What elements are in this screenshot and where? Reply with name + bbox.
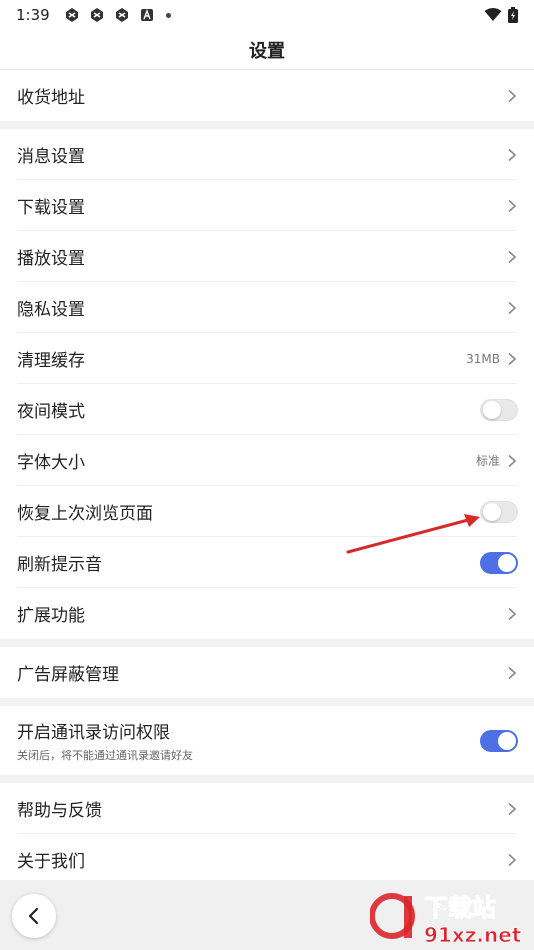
section-gap bbox=[0, 698, 534, 706]
row-playback-settings[interactable]: 播放设置 bbox=[0, 231, 534, 282]
app-notification-icon bbox=[65, 8, 78, 22]
toggle-knob bbox=[483, 400, 501, 419]
row-night-mode: 夜间模式 bbox=[0, 384, 534, 435]
section-gap bbox=[0, 639, 534, 647]
row-label: 下载设置 bbox=[17, 198, 85, 218]
text-notification-icon bbox=[140, 9, 153, 21]
row-label: 收货地址 bbox=[17, 88, 85, 108]
row-about-us[interactable]: 关于我们 bbox=[0, 834, 534, 885]
row-label: 扩展功能 bbox=[17, 606, 85, 626]
watermark-url: 91xz.net bbox=[424, 923, 522, 947]
bottom-bar: 下载站 91xz.net bbox=[0, 880, 534, 950]
row-label: 关于我们 bbox=[17, 852, 85, 872]
chevron-right-icon bbox=[508, 352, 517, 365]
section-gap bbox=[0, 775, 534, 783]
row-shipping-address[interactable]: 收货地址 bbox=[0, 70, 534, 121]
battery-icon bbox=[508, 7, 518, 23]
row-contacts-permission: 开启通讯录访问权限 关闭后，将不能通过通讯录邀请好友 bbox=[0, 706, 534, 775]
page-title: 设置 bbox=[249, 40, 285, 62]
annotation-arrow-icon bbox=[346, 514, 480, 554]
night-mode-toggle[interactable] bbox=[480, 398, 518, 421]
row-sublabel: 关闭后，将不能通过通讯录邀请好友 bbox=[17, 749, 193, 762]
row-label: 刷新提示音 bbox=[17, 555, 102, 575]
back-button[interactable] bbox=[12, 894, 56, 938]
chevron-right-icon bbox=[508, 666, 517, 679]
watermark-logo-icon: 下载站 91xz.net bbox=[369, 893, 522, 947]
chevron-right-icon bbox=[508, 148, 517, 161]
row-clear-cache[interactable]: 清理缓存 31MB bbox=[0, 333, 534, 384]
row-label: 播放设置 bbox=[17, 249, 85, 269]
chevron-right-icon bbox=[508, 853, 517, 866]
row-label: 广告屏蔽管理 bbox=[17, 665, 119, 685]
page-title-bar: 设置 bbox=[0, 30, 534, 70]
row-privacy-settings[interactable]: 隐私设置 bbox=[0, 282, 534, 333]
more-notifications-dot-icon bbox=[165, 12, 171, 18]
app-notification-icon bbox=[90, 8, 103, 22]
section-gap bbox=[0, 121, 534, 129]
row-label: 夜间模式 bbox=[17, 402, 85, 422]
contacts-permission-toggle[interactable] bbox=[480, 729, 518, 752]
chevron-right-icon bbox=[508, 802, 517, 815]
row-label: 清理缓存 bbox=[17, 351, 85, 371]
row-help-feedback[interactable]: 帮助与反馈 bbox=[0, 783, 534, 834]
row-label: 帮助与反馈 bbox=[17, 801, 102, 821]
contacts-texts: 开启通讯录访问权限 关闭后，将不能通过通讯录邀请好友 bbox=[17, 718, 193, 763]
app-notification-icon bbox=[115, 8, 128, 22]
row-extensions[interactable]: 扩展功能 bbox=[0, 588, 534, 639]
chevron-right-icon bbox=[508, 607, 517, 620]
chevron-left-icon bbox=[28, 907, 39, 925]
toggle-knob bbox=[498, 553, 516, 572]
status-bar: 1:39 bbox=[0, 0, 534, 30]
chevron-right-icon bbox=[508, 454, 517, 467]
chevron-right-icon bbox=[508, 301, 517, 314]
wifi-icon bbox=[484, 8, 502, 21]
font-size-value: 标准 bbox=[475, 454, 500, 468]
cache-size-value: 31MB bbox=[466, 351, 500, 366]
row-label: 恢复上次浏览页面 bbox=[17, 504, 153, 524]
row-message-settings[interactable]: 消息设置 bbox=[0, 129, 534, 180]
row-label: 开启通讯录访问权限 bbox=[17, 723, 170, 743]
chevron-right-icon bbox=[508, 250, 517, 263]
toggle-knob bbox=[498, 731, 516, 750]
chevron-right-icon bbox=[508, 89, 517, 102]
chevron-right-icon bbox=[508, 199, 517, 212]
row-font-size[interactable]: 字体大小 标准 bbox=[0, 435, 534, 486]
row-ad-block[interactable]: 广告屏蔽管理 bbox=[0, 647, 534, 698]
row-label: 消息设置 bbox=[17, 147, 85, 167]
row-label: 字体大小 bbox=[17, 453, 85, 473]
watermark-title: 下载站 bbox=[424, 894, 496, 922]
settings-list: 收货地址 消息设置 下载设置 播放设置 隐私设置 清理缓存 31MB 夜间模式 … bbox=[0, 70, 534, 885]
row-label: 隐私设置 bbox=[17, 300, 85, 320]
site-watermark: 下载站 91xz.net bbox=[369, 886, 530, 948]
status-time: 1:39 bbox=[16, 6, 50, 24]
row-download-settings[interactable]: 下载设置 bbox=[0, 180, 534, 231]
